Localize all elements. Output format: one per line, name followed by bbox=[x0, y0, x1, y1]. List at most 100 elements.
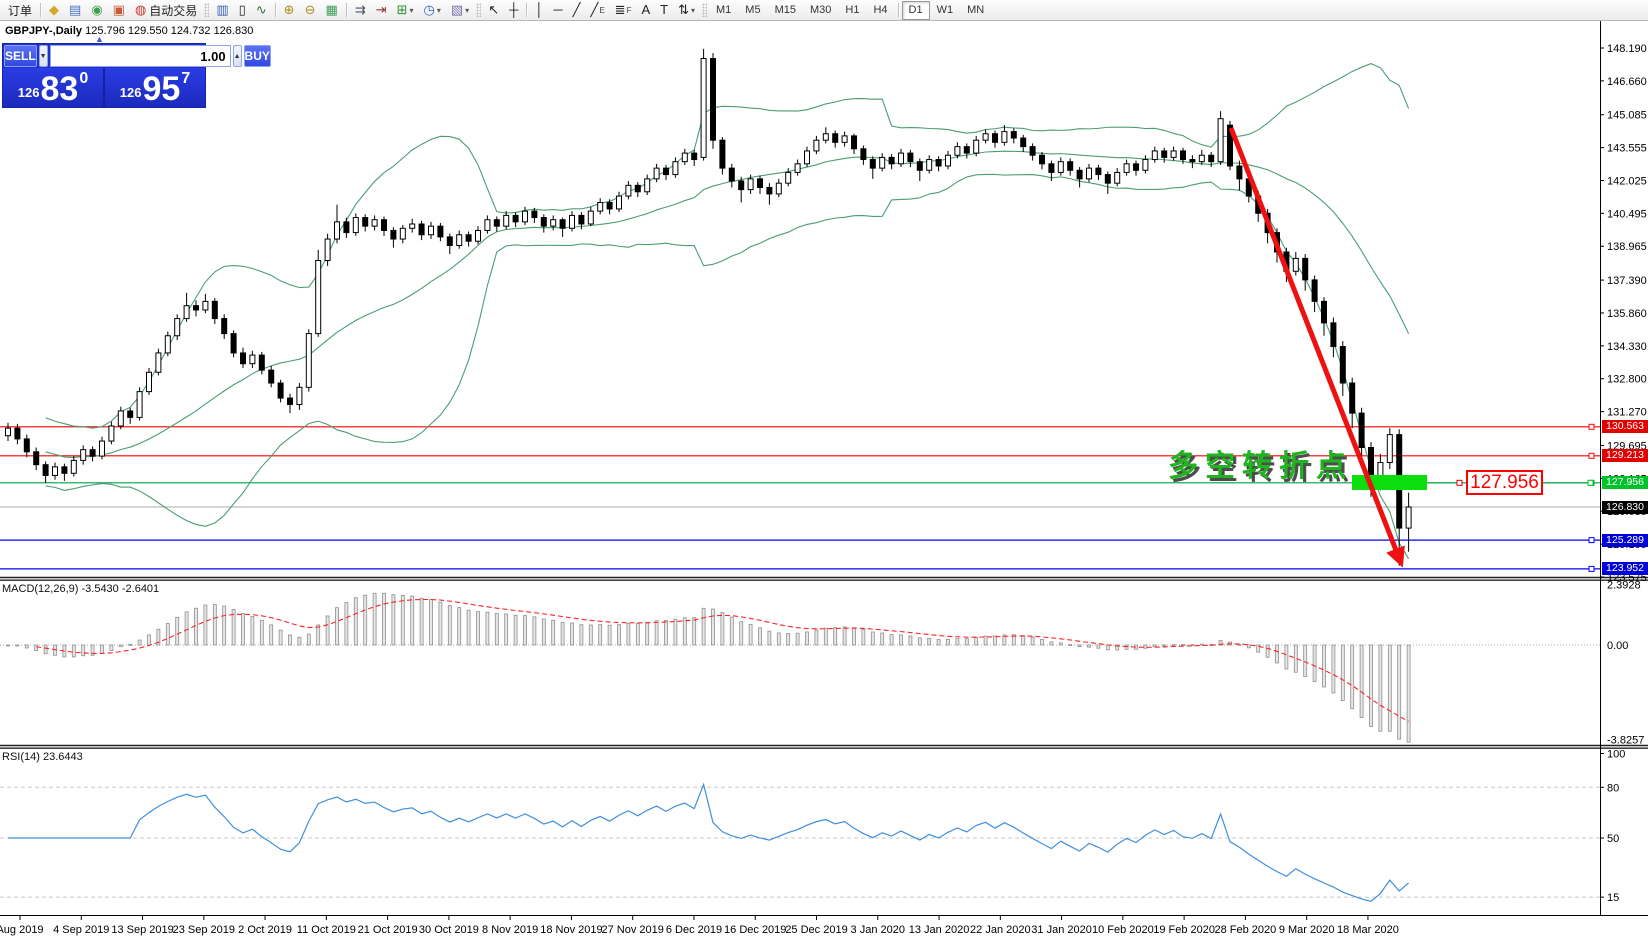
buy-button[interactable]: BUY bbox=[244, 45, 271, 67]
timeframe-h1-button[interactable]: H1 bbox=[838, 1, 866, 20]
candle-body bbox=[560, 220, 565, 229]
price-badge-130.563: 130.563 bbox=[1602, 420, 1648, 433]
candle-body bbox=[1040, 155, 1045, 164]
volume-decrease-button[interactable]: ▼ bbox=[39, 45, 48, 67]
svg-text:11 Oct 2019: 11 Oct 2019 bbox=[297, 924, 356, 936]
timeframe-m30-button[interactable]: M30 bbox=[803, 1, 838, 20]
horizontal-line-icon[interactable]: ─ bbox=[548, 1, 567, 19]
toolbar-separator bbox=[898, 3, 899, 17]
svg-text:18 Mar 2020: 18 Mar 2020 bbox=[1337, 924, 1399, 936]
sell-price-button[interactable]: 126 83 0 bbox=[3, 68, 103, 107]
svg-text:4 Sep 2019: 4 Sep 2019 bbox=[53, 924, 109, 936]
candle-body bbox=[53, 467, 58, 476]
candle-body bbox=[1105, 175, 1110, 184]
autotrading-button[interactable]: ◍自动交易 bbox=[130, 1, 202, 19]
timeframe-mn-button[interactable]: MN bbox=[960, 1, 991, 20]
volume-increase-button[interactable]: ▲ bbox=[233, 45, 242, 67]
timeframe-d1-button[interactable]: D1 bbox=[902, 1, 930, 20]
data-window-icon[interactable]: ▤ bbox=[64, 1, 86, 19]
timeframe-m5-button[interactable]: M5 bbox=[738, 1, 767, 20]
toolbar-separator bbox=[275, 3, 276, 17]
candle-body bbox=[701, 59, 706, 158]
tile-windows-icon[interactable]: ▦ bbox=[320, 1, 342, 19]
new-order-button[interactable]: 订单 bbox=[0, 1, 37, 19]
candle-body bbox=[391, 230, 396, 239]
candle-body bbox=[899, 153, 904, 164]
arrows-icon[interactable]: ⇅▾ bbox=[673, 1, 700, 19]
candle-body bbox=[325, 239, 330, 260]
terminal-icon[interactable]: ▣ bbox=[108, 1, 130, 19]
svg-text:10 Feb 2020: 10 Feb 2020 bbox=[1092, 924, 1154, 936]
trend-arrow bbox=[1231, 128, 1401, 563]
candle-body bbox=[1209, 155, 1214, 161]
navigator-icon[interactable]: ◉ bbox=[86, 1, 107, 19]
toolbar-separator bbox=[346, 3, 347, 17]
candle-body bbox=[664, 168, 669, 174]
svg-text:30 Oct 2019: 30 Oct 2019 bbox=[419, 924, 479, 936]
candle-body bbox=[15, 428, 20, 439]
candle-body bbox=[203, 301, 208, 310]
zoom-out-icon[interactable]: ⊖ bbox=[300, 1, 321, 19]
channel-icon[interactable]: ╱E bbox=[585, 1, 609, 19]
candle-body bbox=[570, 215, 575, 228]
zoom-in-icon[interactable]: ⊕ bbox=[279, 1, 300, 19]
candle-body bbox=[156, 353, 161, 372]
trendline-icon[interactable]: ╱ bbox=[568, 1, 586, 19]
candle-body bbox=[870, 160, 875, 169]
timeframe-h4-button[interactable]: H4 bbox=[866, 1, 894, 20]
candlestick-chart-icon[interactable]: ▯ bbox=[234, 1, 251, 19]
sell-price-figure: 126 bbox=[18, 85, 40, 100]
period-icon[interactable]: ◷▾ bbox=[419, 1, 446, 19]
toolbar-grip bbox=[702, 3, 707, 17]
candle-body bbox=[635, 185, 640, 191]
timeframe-m15-button[interactable]: M15 bbox=[768, 1, 803, 20]
auto-scroll-icon[interactable]: ⇉ bbox=[350, 1, 371, 19]
candle-body bbox=[269, 370, 274, 383]
candle-body bbox=[607, 203, 612, 209]
candle-body bbox=[100, 441, 105, 456]
bar-chart-icon[interactable]: ▥ bbox=[211, 1, 233, 19]
volume-input[interactable] bbox=[50, 45, 231, 67]
candle-body bbox=[1303, 258, 1308, 279]
timeframe-w1-button[interactable]: W1 bbox=[930, 1, 961, 20]
candle-body bbox=[673, 162, 678, 175]
candle-body bbox=[1387, 435, 1392, 463]
buy-price-button[interactable]: 126 95 7 bbox=[105, 68, 205, 107]
svg-text:142.025: 142.025 bbox=[1607, 175, 1647, 187]
line-chart-icon[interactable]: ∿ bbox=[251, 1, 272, 19]
price-badge-125.289: 125.289 bbox=[1602, 534, 1648, 547]
candle-body bbox=[805, 151, 810, 164]
text-label-icon[interactable]: T bbox=[655, 1, 673, 19]
candle-body bbox=[1359, 413, 1364, 447]
timeframe-m1-button[interactable]: M1 bbox=[709, 1, 738, 20]
svg-text:132.800: 132.800 bbox=[1607, 374, 1647, 386]
market-watch-icon[interactable]: ◆ bbox=[44, 1, 64, 19]
svg-text:6 Dec 2019: 6 Dec 2019 bbox=[666, 924, 722, 936]
vertical-line-icon[interactable]: │ bbox=[530, 1, 548, 19]
rsi-line bbox=[8, 784, 1409, 901]
sell-button[interactable]: SELL bbox=[4, 45, 37, 67]
template-icon[interactable]: ▧▾ bbox=[446, 1, 474, 19]
svg-text:137.390: 137.390 bbox=[1607, 275, 1647, 287]
candle-body bbox=[382, 220, 387, 231]
buy-price-point: 7 bbox=[181, 70, 190, 88]
crosshair-icon[interactable]: ┼ bbox=[504, 1, 523, 19]
candle-body bbox=[81, 450, 86, 461]
chart-shift-icon[interactable]: ⇥ bbox=[371, 1, 392, 19]
candle-body bbox=[1134, 164, 1139, 170]
candle-body bbox=[823, 134, 828, 140]
new-chart-icon[interactable]: ⊞▾ bbox=[392, 1, 419, 19]
candle-body bbox=[43, 465, 48, 476]
chart-canvas[interactable]: 148.190146.660145.085143.555142.025140.4… bbox=[0, 0, 1648, 946]
candle-body bbox=[927, 160, 932, 171]
cursor-icon[interactable]: ↖ bbox=[483, 1, 504, 19]
svg-text:19 Feb 2020: 19 Feb 2020 bbox=[1153, 924, 1215, 936]
candle-body bbox=[457, 235, 462, 246]
fibonacci-icon[interactable]: ≣F bbox=[610, 1, 637, 19]
candle-body bbox=[1124, 164, 1129, 173]
candle-body bbox=[579, 215, 584, 224]
candle-body bbox=[551, 220, 556, 226]
svg-text:-3.8257: -3.8257 bbox=[1607, 734, 1644, 746]
text-icon[interactable]: A bbox=[636, 1, 655, 19]
rsi-name: RSI(14) bbox=[2, 751, 40, 763]
